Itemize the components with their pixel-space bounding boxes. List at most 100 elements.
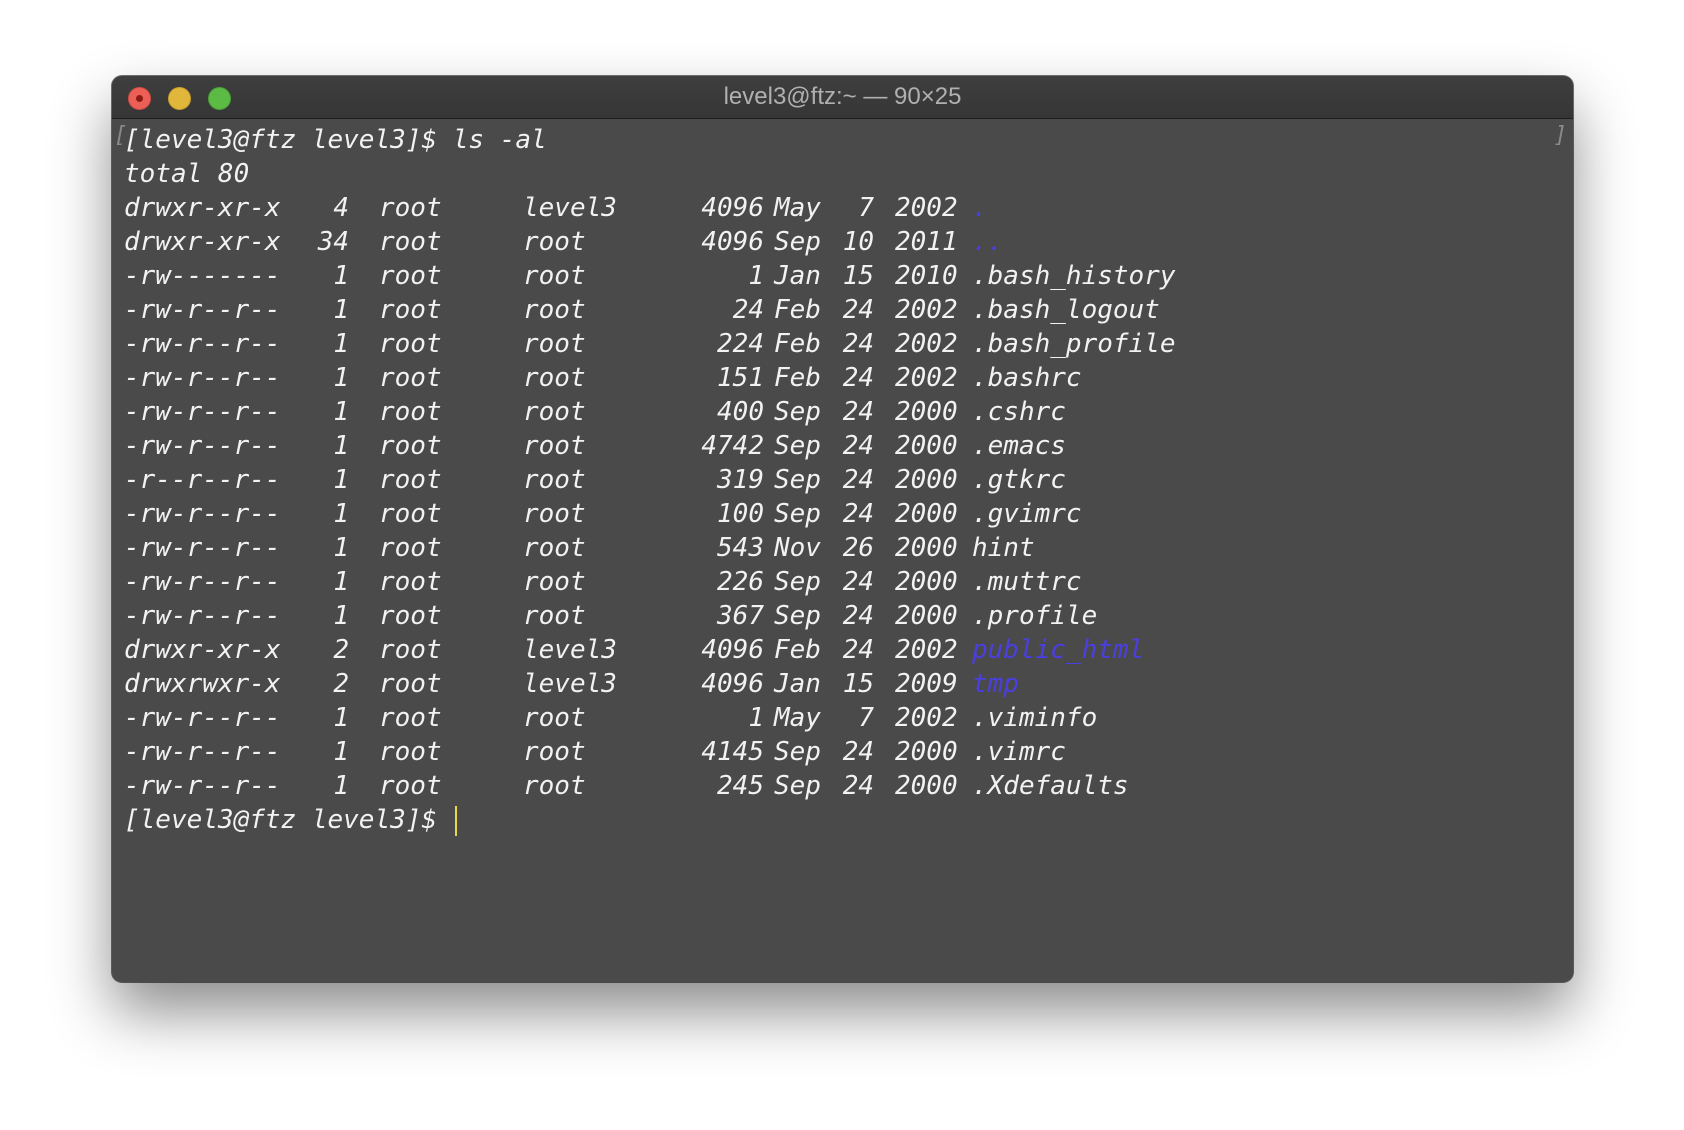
window-title: level3@ftz:~ — 90×25 xyxy=(723,83,962,110)
permissions: drwxr-xr-x xyxy=(124,227,281,257)
permissions: drwxr-xr-x xyxy=(124,193,281,223)
title-bar[interactable]: level3@ftz:~ — 90×25 xyxy=(112,76,1573,119)
month: Sep xyxy=(774,397,821,427)
listing-row: -rw-r--r-- 1 root root 151 Feb 24 2002 .bashrc xyxy=(124,361,1573,395)
year: 2000 xyxy=(895,533,958,563)
month: Nov xyxy=(774,533,821,563)
owner: root xyxy=(379,601,442,631)
owner: root xyxy=(379,295,442,325)
day: 24 xyxy=(842,567,874,597)
file-size: 1 xyxy=(748,703,764,733)
permissions: drwxr-xr-x xyxy=(124,635,281,665)
month: Sep xyxy=(774,465,821,495)
year: 2002 xyxy=(895,329,958,359)
file-size: 367 xyxy=(717,601,764,631)
day: 7 xyxy=(858,703,874,733)
file-size: 4096 xyxy=(701,193,764,223)
permissions: -rw-r--r-- xyxy=(124,329,281,359)
listing-row: -rw-r--r-- 1 root root 224 Feb 24 2002 .bash_pro… xyxy=(124,327,1573,361)
link-count: 1 xyxy=(333,737,349,767)
month: Jan xyxy=(774,669,821,699)
file-name: .muttrc xyxy=(972,567,1082,597)
file-size: 245 xyxy=(717,771,764,801)
link-count: 1 xyxy=(333,261,349,291)
month: Sep xyxy=(774,601,821,631)
day: 24 xyxy=(842,499,874,529)
link-count: 1 xyxy=(333,771,349,801)
permissions: -rw-r--r-- xyxy=(124,567,281,597)
link-count: 1 xyxy=(333,295,349,325)
year: 2011 xyxy=(895,227,958,257)
owner: root xyxy=(379,771,442,801)
owner: root xyxy=(379,465,442,495)
month: Feb xyxy=(774,635,821,665)
file-size: 4096 xyxy=(701,635,764,665)
day: 24 xyxy=(842,601,874,631)
listing-row: -rw-r--r-- 1 root root 400 Sep 24 2000 .cshrc xyxy=(124,395,1573,429)
owner: root xyxy=(379,227,442,257)
day: 24 xyxy=(842,465,874,495)
file-name: public_html xyxy=(972,635,1145,665)
listing-row: -rw-r--r-- 1 root root 543 Nov 26 2000 hint xyxy=(124,531,1573,565)
link-count: 1 xyxy=(333,431,349,461)
file-size: 100 xyxy=(717,499,764,529)
permissions: -rw-r--r-- xyxy=(124,363,281,393)
prompt-text: [level3@ftz level3]$ xyxy=(124,805,453,835)
year: 2009 xyxy=(895,669,958,699)
permissions: -rw-r--r-- xyxy=(124,771,281,801)
group: root xyxy=(523,295,586,325)
file-size: 226 xyxy=(717,567,764,597)
year: 2000 xyxy=(895,465,958,495)
group: root xyxy=(523,533,586,563)
prompt-line[interactable]: [level3@ftz level3]$ xyxy=(124,803,1573,837)
permissions: -rw-r--r-- xyxy=(124,533,281,563)
file-name: .bash_logout xyxy=(972,295,1160,325)
day: 26 xyxy=(842,533,874,563)
permissions: -r--r--r-- xyxy=(124,465,281,495)
owner: root xyxy=(379,193,442,223)
file-name: .cshrc xyxy=(972,397,1066,427)
listing-row: -rw-r--r-- 1 root root 100 Sep 24 2000 .gvimrc xyxy=(124,497,1573,531)
listing-row: -r--r--r-- 1 root root 319 Sep 24 2000 .gtkrc xyxy=(124,463,1573,497)
permissions: drwxrwxr-x xyxy=(124,669,281,699)
owner: root xyxy=(379,397,442,427)
group: root xyxy=(523,567,586,597)
month: Feb xyxy=(774,363,821,393)
file-name: .gtkrc xyxy=(972,465,1066,495)
listing: drwxr-xr-x 4 root level3 4096 May 7 2002. drwxr-… xyxy=(124,191,1573,803)
link-count: 4 xyxy=(333,193,349,223)
file-name: .viminfo xyxy=(972,703,1098,733)
command-line: [level3@ftz level3]$ ls -al xyxy=(124,125,547,155)
day: 15 xyxy=(842,669,874,699)
year: 2002 xyxy=(895,635,958,665)
year: 2002 xyxy=(895,193,958,223)
link-count: 1 xyxy=(333,533,349,563)
month: Sep xyxy=(774,771,821,801)
terminal-output[interactable]: [ ] [level3@ftz level3]$ ls -al total 80… xyxy=(112,119,1573,982)
group: root xyxy=(523,261,586,291)
year: 2000 xyxy=(895,567,958,597)
group: level3 xyxy=(523,193,617,223)
file-name: .emacs xyxy=(972,431,1066,461)
group: root xyxy=(523,363,586,393)
link-count: 1 xyxy=(333,567,349,597)
day: 24 xyxy=(842,363,874,393)
owner: root xyxy=(379,669,442,699)
owner: root xyxy=(379,261,442,291)
listing-row: drwxr-xr-x 4 root level3 4096 May 7 2002. xyxy=(124,191,1573,225)
year: 2000 xyxy=(895,397,958,427)
file-name: .bash_history xyxy=(972,261,1176,291)
group: root xyxy=(523,737,586,767)
day: 24 xyxy=(842,329,874,359)
group: root xyxy=(523,771,586,801)
month: Sep xyxy=(774,737,821,767)
owner: root xyxy=(379,533,442,563)
terminal-window: level3@ftz:~ — 90×25 [ ] [level3@ftz lev… xyxy=(112,76,1573,982)
permissions: -rw------- xyxy=(124,261,281,291)
year: 2002 xyxy=(895,703,958,733)
permissions: -rw-r--r-- xyxy=(124,295,281,325)
file-size: 1 xyxy=(748,261,764,291)
group: level3 xyxy=(523,669,617,699)
file-name: tmp xyxy=(972,669,1019,699)
link-count: 1 xyxy=(333,363,349,393)
